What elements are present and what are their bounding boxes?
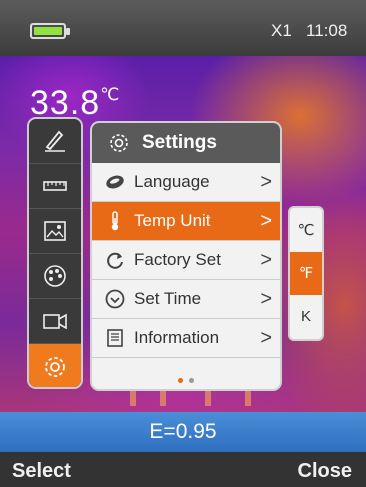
info-doc-icon bbox=[107, 329, 123, 347]
tool-strip bbox=[27, 117, 83, 389]
emissivity-bar: E=0.95 bbox=[0, 412, 366, 452]
video-camera-icon bbox=[43, 313, 67, 330]
reset-icon bbox=[107, 252, 123, 269]
tool-annotate[interactable] bbox=[29, 119, 81, 164]
emissivity-value: E=0.95 bbox=[149, 420, 217, 443]
tool-gallery[interactable] bbox=[29, 209, 81, 254]
temp-unit-submenu: ℃ ℉ K bbox=[288, 206, 324, 341]
page-indicator bbox=[92, 378, 280, 383]
unit-option-celsius[interactable]: ℃ bbox=[290, 208, 322, 252]
chevron-right-icon: > bbox=[260, 327, 272, 349]
unit-option-kelvin[interactable]: K bbox=[290, 295, 322, 339]
zoom-level: X1 bbox=[271, 21, 292, 40]
settings-title: Settings bbox=[142, 132, 217, 153]
menu-item-factory-set[interactable]: Factory Set > bbox=[92, 241, 280, 280]
chevron-right-icon: > bbox=[260, 210, 272, 232]
page-dot-active bbox=[178, 378, 183, 383]
palette-icon bbox=[44, 265, 66, 287]
clock: 11:08 bbox=[306, 21, 348, 40]
settings-panel: Settings Language > Temp Unit > Factory … bbox=[90, 121, 282, 391]
menu-item-label: Information bbox=[134, 328, 220, 347]
tool-palette[interactable] bbox=[29, 254, 81, 299]
chevron-right-icon: > bbox=[260, 171, 272, 193]
chevron-right-icon: > bbox=[260, 288, 272, 310]
menu-item-label: Set Time bbox=[134, 289, 202, 308]
gear-icon bbox=[110, 134, 128, 152]
menu-item-language[interactable]: Language > bbox=[92, 163, 280, 202]
language-icon bbox=[106, 175, 124, 189]
menu-item-label: Temp Unit bbox=[134, 211, 211, 230]
tool-measure[interactable] bbox=[29, 164, 81, 209]
image-icon bbox=[44, 221, 66, 241]
page-dot bbox=[189, 378, 194, 383]
tool-settings[interactable] bbox=[29, 344, 81, 387]
menu-item-temp-unit[interactable]: Temp Unit > bbox=[92, 202, 280, 241]
select-softkey[interactable]: Select bbox=[12, 460, 71, 483]
ruler-icon bbox=[43, 181, 67, 191]
menu-item-set-time[interactable]: Set Time > bbox=[92, 280, 280, 319]
chevron-right-icon: > bbox=[260, 249, 272, 271]
gear-icon bbox=[45, 356, 65, 377]
close-softkey[interactable]: Close bbox=[298, 460, 352, 483]
tool-video[interactable] bbox=[29, 299, 81, 344]
menu-item-information[interactable]: Information > bbox=[92, 319, 280, 358]
menu-item-label: Language bbox=[134, 172, 210, 191]
menu-item-label: Factory Set bbox=[134, 250, 221, 269]
softkey-bar: Select Close bbox=[0, 452, 366, 487]
settings-header: Settings bbox=[92, 123, 280, 163]
battery-icon bbox=[30, 23, 70, 39]
clock-icon bbox=[105, 289, 125, 309]
unit-option-fahrenheit[interactable]: ℉ bbox=[290, 251, 322, 296]
thermometer-icon bbox=[111, 211, 119, 231]
temperature-unit: ℃ bbox=[100, 85, 121, 104]
status-bar: X1 11:08 bbox=[0, 0, 366, 56]
pen-icon bbox=[45, 130, 65, 152]
